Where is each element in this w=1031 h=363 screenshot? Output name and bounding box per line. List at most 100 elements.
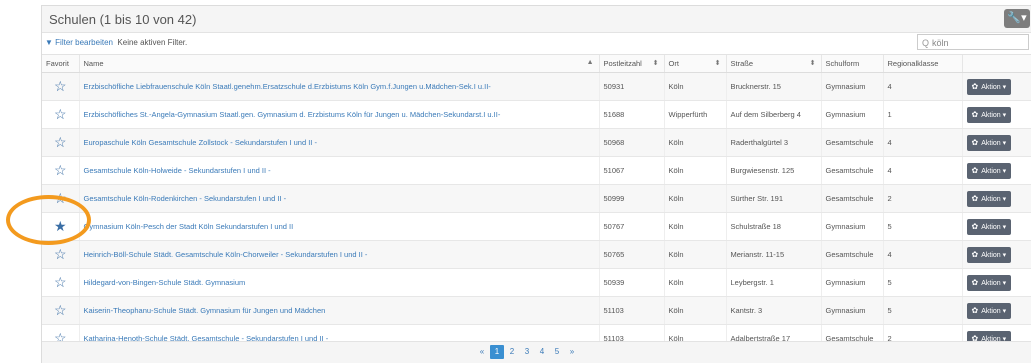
action-button[interactable]: ✿ Aktion ▾ (966, 190, 1012, 207)
table-row: ☆ Erzbischöfliches St.-Angela-Gymnasium S… (42, 100, 1031, 129)
action-button[interactable]: ✿ Aktion ▾ (966, 106, 1012, 123)
school-name-link[interactable]: Heinrich-Böll-Schule Städt. Gesamtschule… (78, 240, 599, 269)
school-name-link[interactable]: Erzbischöfliches St.-Angela-Gymnasium St… (78, 100, 599, 129)
sort-icon: ⬍ (809, 60, 816, 67)
table-row: ☆ Erzbischöfliche Liebfrauenschule Köln S… (42, 72, 1031, 101)
cell-action: ✿ Aktion ▾ (961, 184, 1031, 213)
favorite-star-icon[interactable]: ☆ (42, 268, 79, 297)
table-row: ★ Gymnasium Köln-Pesch der Stadt Köln Sek… (42, 212, 1031, 241)
pagination-page-5[interactable]: 5 (550, 345, 564, 359)
cell-ort: Köln (663, 296, 726, 325)
cell-strasse: Auf dem Silberberg 4 (725, 100, 821, 129)
action-button[interactable]: ✿ Aktion ▾ (966, 274, 1012, 291)
favorite-star-icon[interactable]: ☆ (42, 156, 79, 185)
action-button[interactable]: ✿ Aktion ▾ (966, 302, 1012, 319)
favorite-star-icon[interactable]: ☆ (42, 72, 79, 101)
school-name-link[interactable]: Hildegard-von-Bingen-Schule Städt. Gymna… (78, 268, 599, 297)
cell-ort: Köln (663, 128, 726, 157)
column-header-actions (961, 54, 1031, 73)
cell-action: ✿ Aktion ▾ (961, 212, 1031, 241)
cell-strasse: Raderthalgürtel 3 (725, 128, 821, 157)
gear-icon: ✿ (971, 249, 979, 259)
cell-schulform: Gesamtschule (820, 128, 883, 157)
wrench-icon[interactable]: 🔧▾ (1004, 9, 1030, 28)
cell-regionalklasse: 5 (882, 268, 962, 297)
column-header-postleitzahl[interactable]: Postleitzahl ⬍ (598, 54, 664, 73)
cell-ort: Köln (663, 240, 726, 269)
table-row: ☆ Europaschule Köln Gesamtschule Zollstoc… (42, 128, 1031, 157)
gear-icon: ✿ (971, 137, 979, 147)
gear-icon: ✿ (971, 81, 979, 91)
cell-postleitzahl: 50968 (598, 128, 664, 157)
favorite-star-icon[interactable]: ☆ (42, 100, 79, 129)
pagination-prev[interactable]: « (475, 345, 489, 359)
school-name-link[interactable]: Erzbischöfliche Liebfrauenschule Köln St… (78, 72, 599, 101)
table-row: ☆ Hildegard-von-Bingen-Schule Städt. Gymn… (42, 268, 1031, 297)
gear-icon: ✿ (971, 305, 979, 315)
search-input[interactable]: Qköln (917, 34, 1029, 50)
school-name-link[interactable]: Gesamtschule Köln-Holweide - Sekundarstu… (78, 156, 599, 185)
search-icon: Q (922, 38, 930, 48)
action-button-label: Aktion (981, 251, 1001, 259)
table-header-row: Favorit Name ▲ Postleitzahl ⬍ Ort ⬍ Straße ⬍… (42, 54, 1031, 73)
cell-postleitzahl: 50767 (598, 212, 664, 241)
action-button-label: Aktion (981, 167, 1001, 175)
table-row: ☆ Gesamtschule Köln-Holweide - Sekundarst… (42, 156, 1031, 185)
favorite-star-icon[interactable]: ☆ (42, 128, 79, 157)
filter-bar: ▼ Filter bearbeiten Keine aktiven Filter… (45, 38, 187, 47)
cell-postleitzahl: 50999 (598, 184, 664, 213)
action-button[interactable]: ✿ Aktion ▾ (966, 246, 1012, 263)
cell-ort: Köln (663, 156, 726, 185)
column-header-name[interactable]: Name ▲ (78, 54, 599, 73)
pagination-page-2[interactable]: 2 (505, 345, 519, 359)
action-button-label: Aktion (981, 139, 1001, 147)
cell-regionalklasse: 5 (882, 296, 962, 325)
pagination-page-1[interactable]: 1 (490, 345, 504, 359)
pagination-page-3[interactable]: 3 (520, 345, 534, 359)
cell-schulform: Gesamtschule (820, 240, 883, 269)
filter-icon[interactable]: ▼ (45, 38, 53, 47)
school-name-link[interactable]: Gesamtschule Köln-Rodenkirchen - Sekunda… (78, 184, 599, 213)
cell-postleitzahl: 50939 (598, 268, 664, 297)
panel-title: Schulen (1 bis 10 von 42) (49, 12, 197, 27)
school-name-link[interactable]: Europaschule Köln Gesamtschule Zollstock… (78, 128, 599, 157)
cell-postleitzahl: 50931 (598, 72, 664, 101)
pagination-next[interactable]: » (565, 345, 579, 359)
school-name-link[interactable]: Gymnasium Köln-Pesch der Stadt Köln Seku… (78, 212, 599, 241)
action-button[interactable]: ✿ Aktion ▾ (966, 78, 1012, 95)
action-button-label: Aktion (981, 83, 1001, 91)
pagination-page-4[interactable]: 4 (535, 345, 549, 359)
column-header-schulform[interactable]: Schulform (820, 54, 883, 73)
sort-icon: ⬍ (714, 60, 721, 67)
action-button[interactable]: ✿ Aktion ▾ (966, 162, 1012, 179)
column-header-strasse[interactable]: Straße ⬍ (725, 54, 821, 73)
cell-regionalklasse: 5 (882, 212, 962, 241)
table-row: ☆ Gesamtschule Köln-Rodenkirchen - Sekund… (42, 184, 1031, 213)
cell-regionalklasse: 2 (882, 184, 962, 213)
cell-schulform: Gymnasium (820, 212, 883, 241)
cell-action: ✿ Aktion ▾ (961, 156, 1031, 185)
school-name-link[interactable]: Kaiserin-Theophanu-Schule Städt. Gymnasi… (78, 296, 599, 325)
column-header-regionalklasse[interactable]: Regionalklasse (882, 54, 962, 73)
gear-icon: ✿ (971, 165, 979, 175)
cell-regionalklasse: 4 (882, 72, 962, 101)
column-header-favorit[interactable]: Favorit (42, 54, 79, 73)
cell-ort: Wipperfürth (663, 100, 726, 129)
column-header-ort[interactable]: Ort ⬍ (663, 54, 726, 73)
favorite-star-icon[interactable]: ☆ (42, 296, 79, 325)
cell-ort: Köln (663, 184, 726, 213)
filter-edit-link[interactable]: Filter bearbeiten (55, 38, 113, 47)
cell-action: ✿ Aktion ▾ (961, 72, 1031, 101)
cell-schulform: Gesamtschule (820, 184, 883, 213)
cell-schulform: Gymnasium (820, 100, 883, 129)
cell-action: ✿ Aktion ▾ (961, 100, 1031, 129)
cell-action: ✿ Aktion ▾ (961, 268, 1031, 297)
action-button[interactable]: ✿ Aktion ▾ (966, 218, 1012, 235)
pagination: «1 2 3 4 5» (475, 345, 580, 359)
cell-schulform: Gymnasium (820, 296, 883, 325)
cell-action: ✿ Aktion ▾ (961, 240, 1031, 269)
action-button[interactable]: ✿ Aktion ▾ (966, 134, 1012, 151)
cell-strasse: Sürther Str. 191 (725, 184, 821, 213)
gear-icon: ✿ (971, 277, 979, 287)
highlight-circle (6, 195, 91, 245)
